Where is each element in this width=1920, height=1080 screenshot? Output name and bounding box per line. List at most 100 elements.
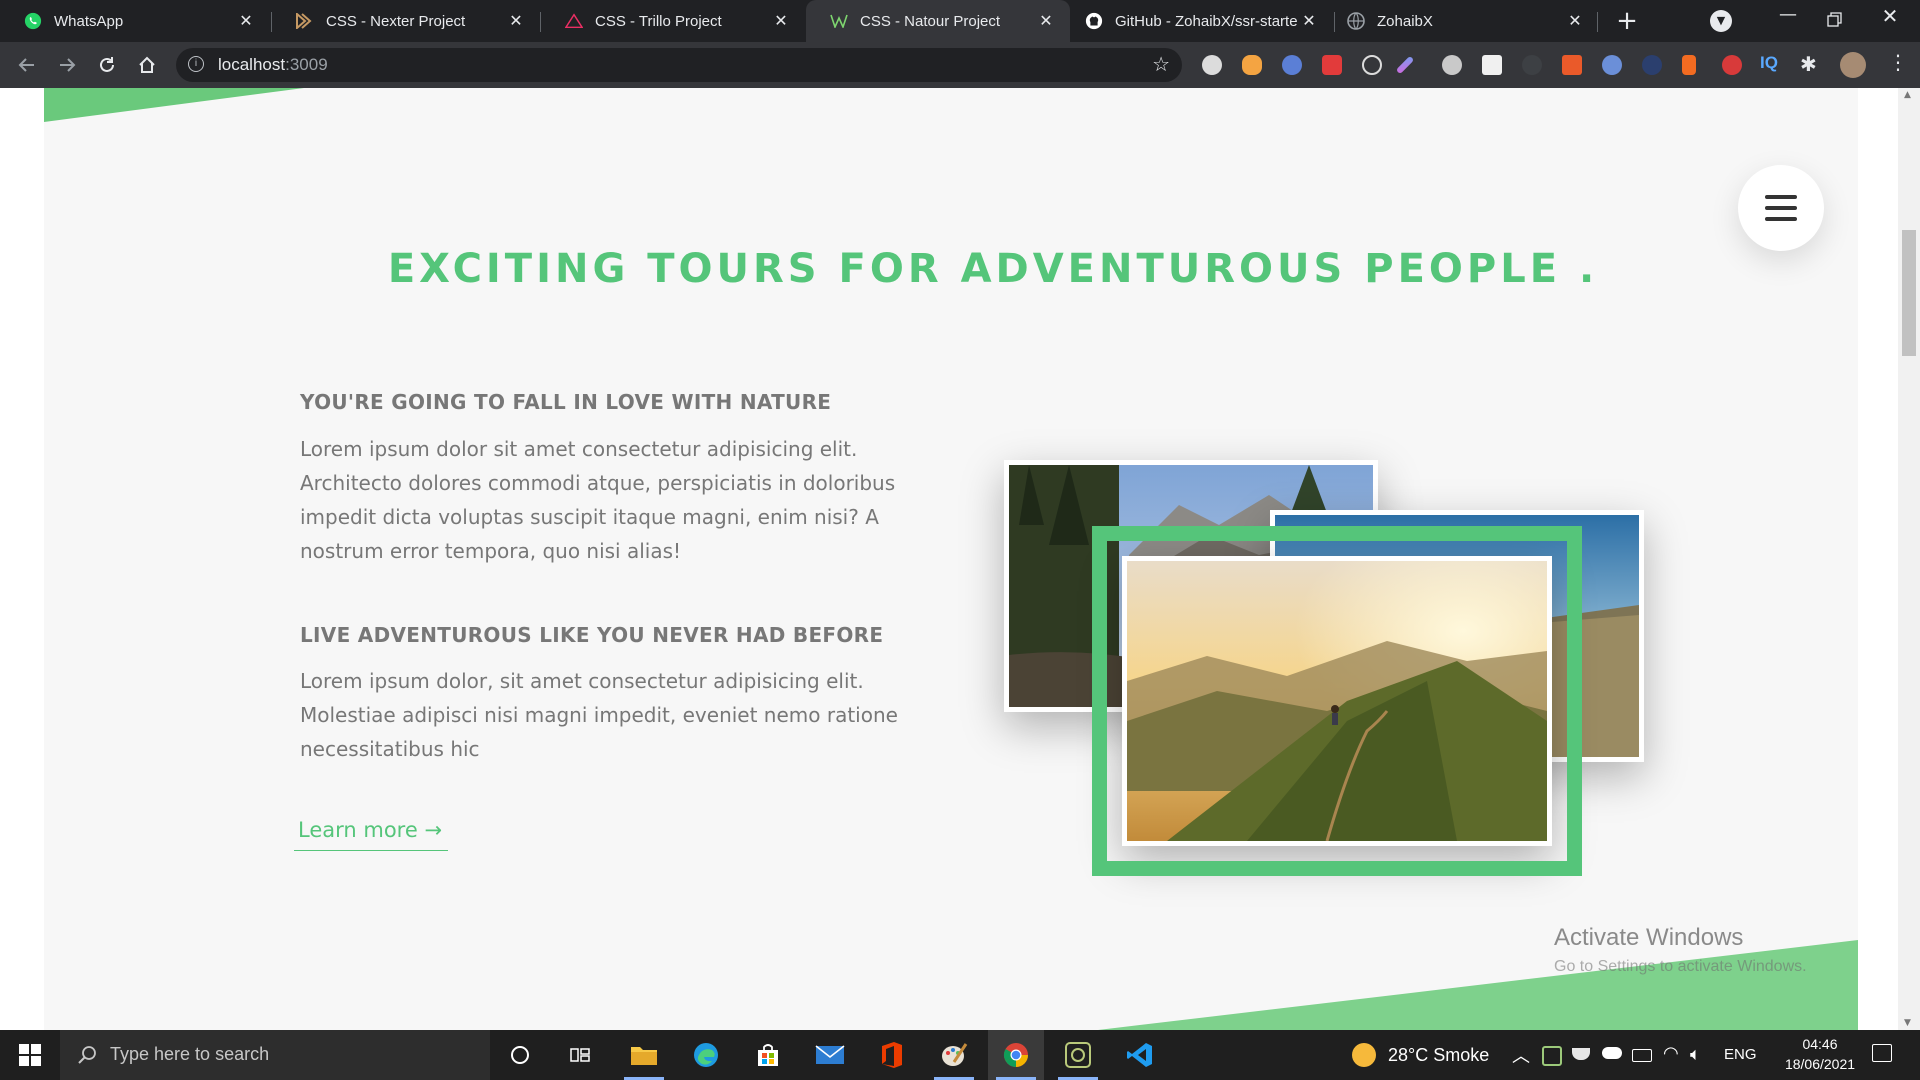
taskbar-search-box[interactable]: Type here to search [60, 1030, 490, 1080]
tab-zohaibx[interactable]: ZohaibX ✕ [1335, 0, 1599, 42]
paint-icon[interactable] [926, 1030, 982, 1080]
volume-icon[interactable]: 🔈︎ [1690, 1044, 1701, 1065]
search-icon [78, 1046, 96, 1064]
globe-icon [1347, 12, 1365, 30]
extension-icon[interactable] [1322, 55, 1342, 75]
tab-title: CSS - Natour Project [860, 12, 1001, 30]
windows-taskbar: Type here to search 28°C Smoke ︿ ◠ 🔈︎ EN… [0, 1030, 1920, 1080]
avatar[interactable] [1840, 52, 1866, 78]
extension-icon[interactable] [1522, 55, 1542, 75]
close-window-button[interactable]: ✕ [1870, 4, 1910, 34]
home-button[interactable] [132, 50, 162, 80]
edge-icon[interactable] [678, 1030, 734, 1080]
tab-trillo[interactable]: CSS - Trillo Project ✕ [541, 0, 805, 42]
weather-text[interactable]: 28°C Smoke [1388, 1045, 1489, 1066]
arrow-left-icon [18, 58, 34, 72]
task-view-icon[interactable] [552, 1030, 608, 1080]
back-button[interactable] [12, 50, 42, 80]
whatsapp-icon [24, 12, 42, 30]
new-tab-button[interactable]: + [1612, 6, 1642, 36]
notification-icon[interactable] [1872, 1044, 1892, 1062]
address-bar[interactable]: i localhost:3009 ☆ [176, 48, 1182, 82]
natour-icon [830, 12, 848, 30]
extension-icon[interactable] [1722, 55, 1742, 75]
cortana-icon[interactable] [492, 1030, 548, 1080]
section-heading: EXCITING TOURS FOR ADVENTUROUS PEOPLE . [387, 246, 1599, 292]
clock-date[interactable]: 18/06/2021 [1768, 1056, 1872, 1072]
minimize-button[interactable]: — [1768, 4, 1808, 34]
extension-icon[interactable] [1362, 55, 1382, 75]
scroll-down-arrow[interactable]: ▼ [1904, 1018, 1911, 1028]
tab-search-button[interactable]: ▼ [1710, 10, 1732, 32]
wifi-icon[interactable]: ◠ [1663, 1043, 1679, 1064]
restore-button[interactable] [1814, 8, 1854, 38]
page-viewport: EXCITING TOURS FOR ADVENTUROUS PEOPLE . … [0, 88, 1920, 1030]
extension-icon[interactable] [1482, 55, 1502, 75]
weather-icon[interactable] [1352, 1043, 1376, 1067]
tab-whatsapp[interactable]: WhatsApp ✕ [0, 0, 270, 42]
section-bottom-edge [1098, 940, 1858, 1030]
onedrive-icon[interactable] [1602, 1047, 1622, 1059]
file-explorer-icon[interactable] [616, 1030, 672, 1080]
iq-extension-icon[interactable]: IQ [1760, 53, 1778, 73]
feature-title-adventure: LIVE ADVENTUROUS LIKE YOU NEVER HAD BEFO… [300, 623, 884, 647]
menu-line [1765, 217, 1797, 221]
chevron-up-icon[interactable]: ︿ [1512, 1042, 1530, 1068]
tab-natour[interactable]: CSS - Natour Project ✕ [806, 0, 1070, 42]
url-text: localhost:3009 [218, 55, 328, 75]
navigation-menu-button[interactable] [1738, 165, 1824, 251]
search-placeholder: Type here to search [110, 1044, 270, 1064]
page-scrollbar[interactable]: ▲ ▼ [1898, 88, 1920, 1030]
extension-icon[interactable] [1682, 55, 1696, 75]
app-icon[interactable] [1050, 1030, 1106, 1080]
close-tab-icon[interactable]: ✕ [236, 11, 256, 31]
section-top-edge [44, 88, 304, 122]
gear-icon[interactable] [1442, 55, 1462, 75]
extension-icon[interactable] [1395, 55, 1415, 75]
extension-icon[interactable] [1562, 55, 1582, 75]
tab-title: CSS - Trillo Project [595, 12, 722, 30]
tab-title: CSS - Nexter Project [326, 12, 466, 30]
close-tab-icon[interactable]: ✕ [771, 11, 791, 31]
chrome-icon[interactable] [988, 1030, 1044, 1080]
tab-github[interactable]: GitHub - ZohaibX/ssr-starte ✕ [1071, 0, 1333, 42]
tray-app-icon[interactable] [1572, 1048, 1590, 1060]
start-button[interactable] [0, 1030, 60, 1080]
extension-icon[interactable] [1282, 55, 1302, 75]
store-icon[interactable] [740, 1030, 796, 1080]
close-tab-icon[interactable]: ✕ [506, 11, 526, 31]
extension-icon[interactable] [1602, 55, 1622, 75]
extension-icon[interactable] [1202, 55, 1222, 75]
nexter-icon [296, 12, 314, 30]
scroll-thumb[interactable] [1902, 230, 1916, 356]
learn-more-link[interactable]: Learn more → [294, 818, 449, 851]
more-options-icon[interactable]: ⋮ [1888, 52, 1908, 72]
tab-nexter[interactable]: CSS - Nexter Project ✕ [272, 0, 540, 42]
mail-icon[interactable] [802, 1030, 858, 1080]
app-tray-icon[interactable] [1542, 1046, 1562, 1066]
tab-separator [1597, 12, 1598, 32]
scroll-up-arrow[interactable]: ▲ [1904, 90, 1911, 100]
extension-icon[interactable] [1642, 55, 1662, 75]
close-tab-icon[interactable]: ✕ [1299, 11, 1319, 31]
tab-title: WhatsApp [54, 12, 124, 30]
activate-windows-subtitle: Go to Settings to activate Windows. [1554, 958, 1807, 975]
puzzle-icon[interactable]: ✱ [1800, 52, 1817, 76]
photo-mountain-ridge[interactable] [1092, 526, 1582, 876]
menu-line [1765, 206, 1797, 210]
office-icon[interactable] [864, 1030, 920, 1080]
battery-icon[interactable] [1632, 1049, 1652, 1062]
extension-icon[interactable] [1242, 55, 1262, 75]
info-icon[interactable]: i [188, 56, 204, 72]
language-indicator[interactable]: ENG [1724, 1046, 1757, 1063]
forward-button[interactable] [52, 50, 82, 80]
clock-time[interactable]: 04:46 [1788, 1036, 1852, 1052]
windows-logo-icon [19, 1044, 41, 1066]
close-tab-icon[interactable]: ✕ [1565, 11, 1585, 31]
bookmark-star-icon[interactable]: ☆ [1152, 52, 1170, 76]
activate-windows-title: Activate Windows [1554, 924, 1744, 951]
reload-button[interactable] [92, 50, 122, 80]
menu-line [1765, 195, 1797, 199]
close-tab-icon[interactable]: ✕ [1036, 11, 1056, 31]
vscode-icon[interactable] [1112, 1030, 1168, 1080]
